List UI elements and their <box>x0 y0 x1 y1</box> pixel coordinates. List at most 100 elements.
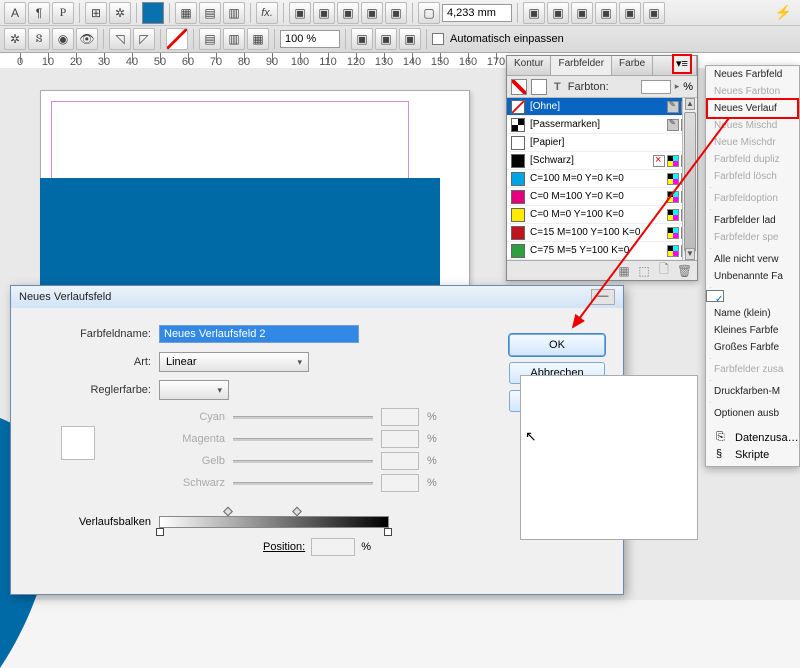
swatch-row[interactable]: C=75 M=5 Y=100 K=0 <box>507 242 697 260</box>
tool-wrap5[interactable]: ▣ <box>385 2 407 24</box>
tool-char-p[interactable]: P <box>52 2 74 24</box>
tool-corner1[interactable]: ◹ <box>109 28 131 50</box>
cyan-slider[interactable] <box>233 416 373 419</box>
swatch-row[interactable]: C=15 M=100 Y=100 K=0 <box>507 224 697 242</box>
tool-fit6[interactable]: ▣ <box>643 2 665 24</box>
tool-align1[interactable]: ▤ <box>199 28 221 50</box>
reglerfarbe-select[interactable]: ▾ <box>159 380 229 400</box>
flyout-sub-item[interactable]: §Skripte <box>716 448 799 462</box>
tool-fit3[interactable]: ▣ <box>571 2 593 24</box>
tool-align3[interactable]: ▦ <box>247 28 269 50</box>
tool-none[interactable] <box>166 28 188 50</box>
flyout-item[interactable]: Unbenannte Fa <box>706 268 799 285</box>
art-select[interactable]: Linear▾ <box>159 352 309 372</box>
panel-flyout-menu[interactable]: Neues FarbfeldNeues FarbtonNeues Verlauf… <box>705 65 800 467</box>
tool-opt1[interactable]: ▣ <box>351 28 373 50</box>
swatch-row[interactable]: [Ohne] <box>507 98 697 116</box>
gelb-slider[interactable] <box>233 460 373 463</box>
tool-align2[interactable]: ▥ <box>223 28 245 50</box>
swatch-row[interactable]: [Passermarken] <box>507 116 697 134</box>
tool-wrap3[interactable]: ▣ <box>337 2 359 24</box>
tool-eye[interactable]: 👁 <box>76 28 98 50</box>
gelb-value[interactable] <box>381 452 419 470</box>
swatch-row[interactable]: C=100 M=0 Y=0 K=0 <box>507 170 697 188</box>
midpoint-diamond[interactable] <box>223 507 233 517</box>
flyout-item[interactable]: Neues Farbfeld <box>706 66 799 83</box>
tool-opt3[interactable]: ▣ <box>399 28 421 50</box>
tool-corner2[interactable]: ◸ <box>133 28 155 50</box>
tool-fit1[interactable]: ▣ <box>523 2 545 24</box>
flyout-item[interactable]: Optionen ausb <box>706 405 799 422</box>
tool-wrap4[interactable]: ▣ <box>361 2 383 24</box>
autofit-label: Automatisch einpassen <box>450 33 564 45</box>
magenta-slider[interactable] <box>233 438 373 441</box>
gradient-bar[interactable] <box>159 516 389 528</box>
flyout-item[interactable]: Kleines Farbfe <box>706 322 799 339</box>
tool-opt2[interactable]: ▣ <box>375 28 397 50</box>
flyout-item[interactable]: Name <box>706 290 724 302</box>
measurement-field[interactable]: 4,233 mm <box>442 4 512 22</box>
tool-grid2[interactable]: ▤ <box>199 2 221 24</box>
gradient-stop-left[interactable] <box>156 528 164 536</box>
panel-menu-button[interactable]: ▾≡ <box>672 54 692 74</box>
text-color-icon[interactable]: T <box>554 81 561 93</box>
tool-s[interactable]: ន <box>28 28 50 50</box>
name-field[interactable]: Neues Verlaufsfeld 2 <box>159 325 359 343</box>
autofit-checkbox[interactable] <box>432 33 444 45</box>
gradient-stop-right[interactable] <box>384 528 392 536</box>
schwarz-value[interactable] <box>381 474 419 492</box>
tool-para[interactable]: ¶ <box>28 2 50 24</box>
tool-wrap2[interactable]: ▣ <box>313 2 335 24</box>
fill-swatch[interactable] <box>142 2 164 24</box>
panel-tabs[interactable]: KonturFarbfelderFarbe▸▸ <box>507 56 697 76</box>
panel-tab[interactable]: Farbfelder <box>551 56 612 75</box>
panel-bottom-controls[interactable]: ▦ ⬚ 🗋 🗑 <box>507 260 697 280</box>
flyout-item[interactable]: Neues Verlauf <box>706 98 799 119</box>
tool-struct[interactable]: ⊞ <box>85 2 107 24</box>
zoom-field[interactable]: 100 % <box>280 30 340 48</box>
swatches-panel: KonturFarbfelderFarbe▸▸ T Farbton: ▸ % [… <box>506 55 698 281</box>
new-swatch-icon[interactable]: ⬚ <box>637 264 651 278</box>
flyout-sub-item[interactable]: ⎘Datenzusa… <box>716 431 799 445</box>
tool-fit4[interactable]: ▣ <box>595 2 617 24</box>
tint-field[interactable] <box>641 80 671 94</box>
lightning-icon[interactable]: ⚡ <box>775 4 792 21</box>
trash-icon[interactable]: 🗑 <box>677 264 691 278</box>
scrollbar[interactable]: ▲ ▼ <box>682 98 697 260</box>
flyout-item[interactable]: Farbfelder lad <box>706 212 799 229</box>
midpoint-diamond[interactable] <box>292 507 302 517</box>
ok-button[interactable]: OK <box>509 334 605 356</box>
flyout-item[interactable]: Alle nicht verw <box>706 251 799 268</box>
tool-wrap1[interactable]: ▣ <box>289 2 311 24</box>
swatch-row[interactable]: [Papier] <box>507 134 697 152</box>
tool-fit2[interactable]: ▣ <box>547 2 569 24</box>
tool-sphere[interactable]: ◉ <box>52 28 74 50</box>
secondary-panel[interactable] <box>520 375 698 540</box>
cyan-value[interactable] <box>381 408 419 426</box>
swatch-row[interactable]: C=0 M=100 Y=0 K=0 <box>507 188 697 206</box>
schwarz-slider[interactable] <box>233 482 373 485</box>
tool-fit5[interactable]: ▣ <box>619 2 641 24</box>
position-field[interactable] <box>311 538 355 556</box>
flyout-item[interactable]: Druckfarben-M <box>706 383 799 400</box>
tool-grid3[interactable]: ▥ <box>223 2 245 24</box>
swatch-list[interactable]: [Ohne][Passermarken][Papier][Schwarz]C=1… <box>507 98 697 260</box>
stroke-proxy-icon[interactable] <box>531 79 547 95</box>
tool-net[interactable]: ✲ <box>4 28 26 50</box>
panel-tab[interactable]: Farbe <box>612 56 653 75</box>
panel-tab[interactable]: Kontur <box>507 56 551 75</box>
tool-fx[interactable]: fx. <box>256 2 278 24</box>
flyout-item[interactable]: Großes Farbfe <box>706 339 799 356</box>
flyout-item[interactable]: Name (klein) <box>706 305 799 322</box>
swatch-row[interactable]: [Schwarz] <box>507 152 697 170</box>
tool-frame[interactable]: ▢ <box>418 2 440 24</box>
minimize-button[interactable]: — <box>591 289 615 305</box>
swatch-row[interactable]: C=0 M=0 Y=100 K=0 <box>507 206 697 224</box>
tool-asterisk[interactable]: ✲ <box>109 2 131 24</box>
tool-text[interactable]: A <box>4 2 26 24</box>
magenta-value[interactable] <box>381 430 419 448</box>
new-icon[interactable]: 🗋 <box>657 260 671 281</box>
show-all-icon[interactable]: ▦ <box>617 264 631 278</box>
fill-proxy-icon[interactable] <box>511 79 527 95</box>
tool-grid1[interactable]: ▦ <box>175 2 197 24</box>
